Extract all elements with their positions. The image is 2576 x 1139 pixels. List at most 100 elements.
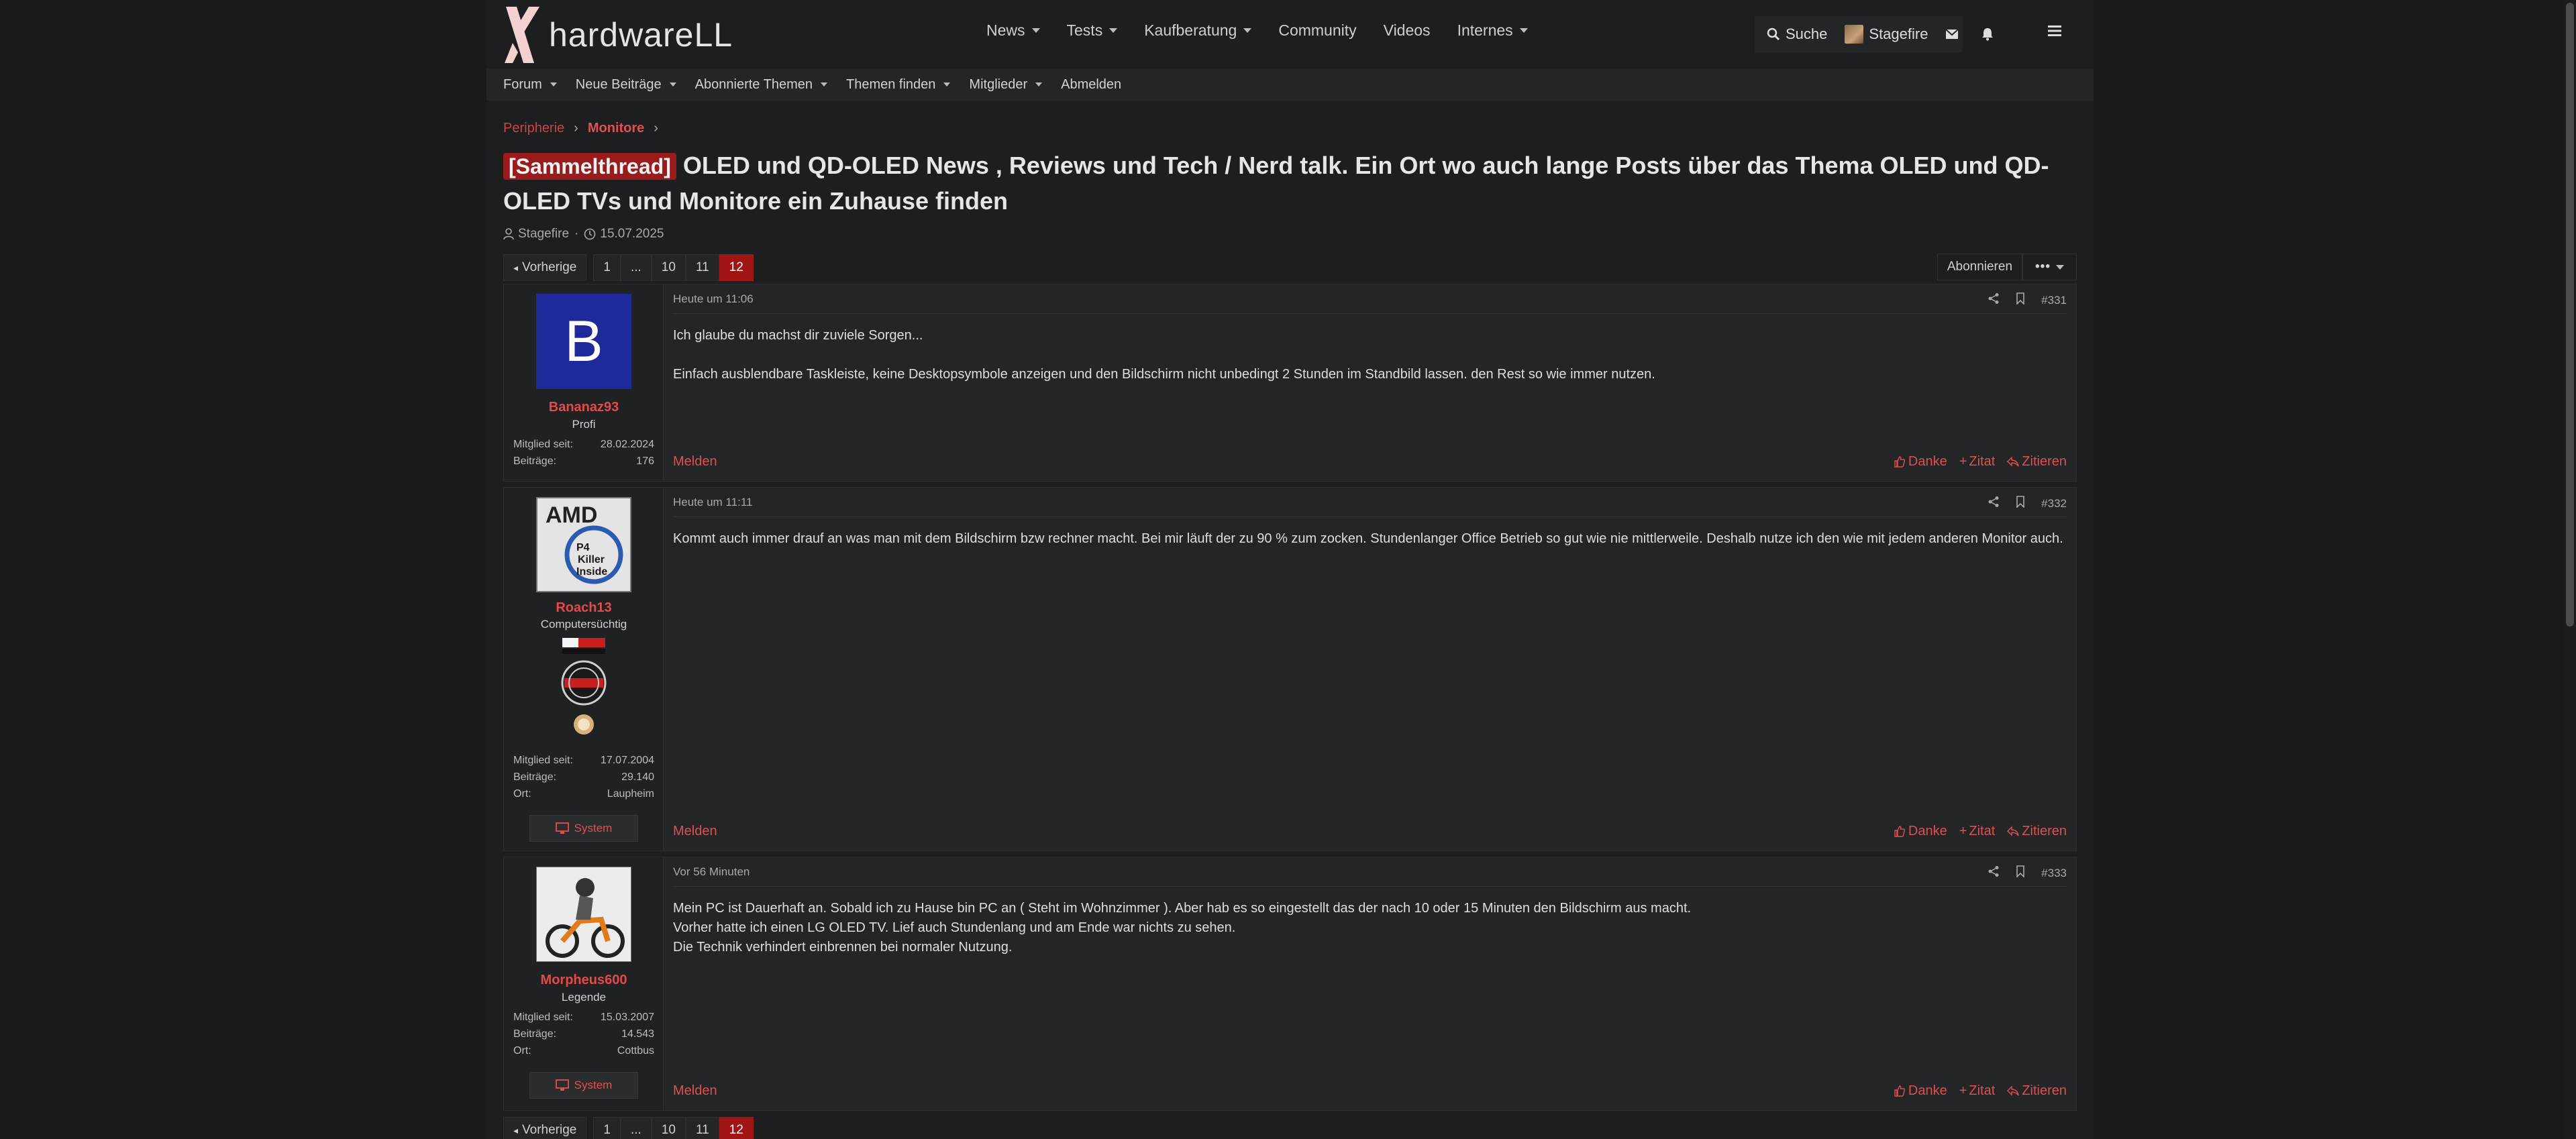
chevron-down-icon — [1031, 28, 1040, 33]
stat-value: 15.03.2007 — [600, 1012, 654, 1023]
page-10-button[interactable]: 10 — [651, 254, 686, 281]
share-icon[interactable] — [1988, 496, 2000, 511]
stat-label: Mitglied seit: — [513, 439, 573, 450]
page-11-button[interactable]: 11 — [685, 254, 719, 281]
stat-value: 14.543 — [621, 1028, 654, 1040]
messages-button[interactable] — [1945, 29, 1964, 40]
thanks-button[interactable]: Danke — [1894, 1083, 1947, 1099]
chevron-down-icon — [1035, 83, 1043, 87]
post-time[interactable]: Heute um 11:06 — [673, 292, 754, 306]
quote-button[interactable]: + Zitat — [1959, 824, 1996, 839]
post-username[interactable]: Morpheus600 — [504, 973, 664, 988]
scrollbar-thumb[interactable] — [2566, 3, 2574, 627]
post-body: Heute um 11:06 #331 Ich glaube du machst… — [673, 284, 2067, 481]
subnav-new-posts[interactable]: Neue Beiträge — [576, 77, 676, 93]
page-12-button[interactable]: 12 — [719, 254, 754, 281]
reply-button[interactable]: Zitieren — [2007, 1083, 2067, 1099]
page-1-button[interactable]: 1 — [593, 254, 621, 281]
breadcrumb-peripherie[interactable]: Peripherie — [503, 121, 564, 136]
user-menu-button[interactable]: Stagefire — [1845, 25, 1928, 44]
monitor-icon — [555, 1079, 569, 1091]
user-icon — [503, 228, 514, 240]
bookmark-icon[interactable] — [2016, 865, 2025, 881]
nav-news[interactable]: News — [986, 21, 1040, 40]
nav-internes-label: Internes — [1457, 21, 1513, 39]
page-ellipsis-button[interactable]: ... — [620, 1117, 652, 1139]
post-username[interactable]: Bananaz93 — [504, 400, 664, 415]
subnav-members[interactable]: Mitglieder — [969, 76, 1043, 93]
post-user-rank: Legende — [561, 991, 607, 1004]
site-logo[interactable]: hardwareLL — [503, 5, 733, 64]
reply-button[interactable]: Zitieren — [2007, 824, 2067, 839]
more-options-button[interactable]: ••• — [2022, 254, 2077, 280]
post-number[interactable]: #332 — [2041, 497, 2067, 510]
bookmark-icon[interactable] — [2016, 292, 2025, 308]
system-button[interactable]: System — [529, 815, 638, 842]
post-header: Vor 56 Minuten #333 — [673, 857, 2067, 887]
breadcrumb-monitore[interactable]: Monitore — [588, 121, 644, 136]
page-11-button[interactable]: 11 — [685, 1117, 719, 1139]
post-actions: Danke + Zitat Zitieren — [1882, 1083, 2067, 1099]
prev-page-label: Vorherige — [522, 260, 577, 274]
page-10-button[interactable]: 10 — [651, 1117, 686, 1139]
subnav-forum[interactable]: Forum — [503, 77, 557, 93]
subnav-find-threads[interactable]: Themen finden — [846, 77, 951, 93]
main-nav: News Tests Kaufberatung Community Videos… — [986, 21, 1555, 40]
nav-internes[interactable]: Internes — [1457, 21, 1528, 40]
nav-community[interactable]: Community — [1278, 21, 1356, 40]
avatar[interactable]: AMD P4 Killer Inside — [536, 497, 631, 592]
post-username[interactable]: Roach13 — [504, 600, 664, 616]
post-number[interactable]: #333 — [2041, 867, 2067, 880]
chevron-down-icon — [1243, 28, 1252, 33]
share-icon[interactable] — [1988, 292, 2000, 308]
quote-button[interactable]: + Zitat — [1959, 454, 1996, 470]
report-link[interactable]: Melden — [673, 824, 717, 839]
thumbs-up-icon — [1894, 1085, 1905, 1097]
post-time[interactable]: Heute um 11:11 — [673, 496, 752, 509]
nav-tests[interactable]: Tests — [1067, 21, 1118, 40]
subnav-subscribed[interactable]: Abonnierte Themen — [695, 77, 827, 93]
nav-tests-label: Tests — [1066, 21, 1103, 39]
quote-button[interactable]: + Zitat — [1959, 1083, 1996, 1099]
page-ellipsis-button[interactable]: ... — [620, 254, 652, 281]
post-message: Kommt auch immer drauf an was man mit de… — [673, 529, 2067, 549]
prev-page-button[interactable]: ◂ Vorherige — [503, 254, 587, 281]
subnav-logout[interactable]: Abmelden — [1061, 77, 1121, 93]
amd-avatar-image: AMD P4 Killer Inside — [537, 498, 630, 591]
nav-kaufberatung[interactable]: Kaufberatung — [1144, 21, 1252, 40]
system-button[interactable]: System — [529, 1072, 638, 1099]
bookmark-icon[interactable] — [2016, 496, 2025, 511]
clock-icon — [584, 228, 596, 240]
alerts-button[interactable] — [1981, 28, 1999, 41]
report-link[interactable]: Melden — [673, 1083, 717, 1099]
share-icon[interactable] — [1988, 865, 2000, 881]
avatar[interactable]: B — [536, 294, 631, 389]
reply-button[interactable]: Zitieren — [2007, 454, 2067, 470]
post-number[interactable]: #331 — [2041, 294, 2067, 307]
pagination-bottom: ◂ Vorherige 1 ... 10 11 12 — [503, 1116, 754, 1139]
user-name: Stagefire — [1869, 25, 1928, 42]
subscribe-button[interactable]: Abonnieren — [1937, 254, 2023, 280]
avatar[interactable] — [536, 867, 631, 962]
thread-prefix-badge[interactable]: [Sammelthread] — [503, 153, 676, 180]
page-12-button[interactable]: 12 — [719, 1117, 754, 1139]
thread-author[interactable]: Stagefire — [518, 227, 569, 241]
reply-label: Zitieren — [2022, 823, 2067, 838]
nav-videos[interactable]: Videos — [1384, 21, 1431, 40]
page-1-button[interactable]: 1 — [593, 1117, 621, 1139]
post-tools: #332 — [1971, 496, 2067, 511]
post-332: AMD P4 Killer Inside Roach13 Computersüc… — [503, 487, 2077, 851]
subnav-members-label: Mitglieder — [969, 76, 1028, 92]
hamburger-menu-button[interactable] — [2047, 24, 2063, 41]
thanks-button[interactable]: Danke — [1894, 454, 1947, 470]
thread-title-text: OLED und QD-OLED News , Reviews und Tech… — [503, 152, 2049, 215]
scrollbar[interactable] — [2564, 0, 2576, 1139]
search-button[interactable]: Suche — [1767, 25, 1827, 43]
post-time[interactable]: Vor 56 Minuten — [673, 865, 750, 879]
pagination-top: ◂ Vorherige 1 ... 10 11 12 Abonnieren ••• — [503, 254, 2077, 282]
breadcrumb: Peripherie › Monitore › — [503, 121, 2077, 136]
thanks-button[interactable]: Danke — [1894, 824, 1947, 839]
prev-page-button[interactable]: ◂ Vorherige — [503, 1117, 587, 1139]
report-link[interactable]: Melden — [673, 454, 717, 470]
post-header: Heute um 11:06 #331 — [673, 284, 2067, 314]
